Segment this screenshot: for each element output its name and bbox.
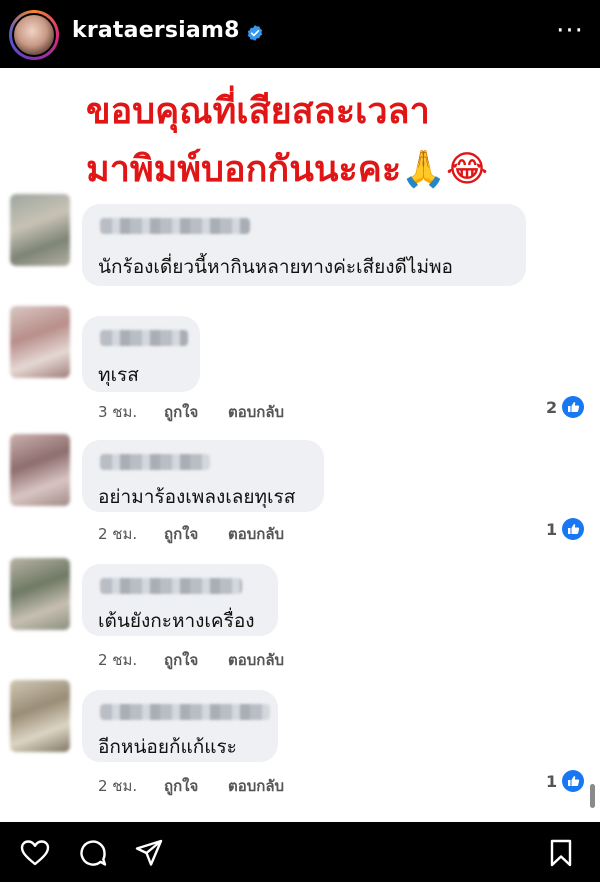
comment-text: นักร้องเดี่ยวนี้หากินหลายทางค่ะเสียงดีไม… — [98, 256, 453, 278]
comment-time: 3 ชม. — [98, 403, 138, 421]
bookmark-icon[interactable] — [546, 838, 576, 868]
like-count: 2 — [546, 398, 558, 417]
commenter-name — [100, 454, 210, 470]
headline-line-1: ขอบคุณที่เสียสละเวลา — [86, 91, 430, 132]
like-count: 1 — [546, 520, 558, 539]
thumbs-up-icon — [562, 518, 584, 540]
commenter-name — [100, 218, 250, 234]
commenter-avatar — [10, 558, 70, 630]
reply-button[interactable]: ตอบกลับ — [228, 648, 284, 672]
avatar-image — [12, 13, 56, 57]
comment-text: อย่ามาร้องเพลงเลยทุเรส — [98, 486, 296, 508]
share-icon[interactable] — [134, 838, 164, 868]
reply-button[interactable]: ตอบกลับ — [228, 774, 284, 798]
headline-line-2: มาพิมพ์บอกกันนะคะ🙏😂 — [86, 149, 489, 190]
commenter-avatar — [10, 680, 70, 752]
comment-text: ทุเรส — [98, 364, 139, 386]
profile-avatar[interactable] — [9, 10, 59, 60]
like-button[interactable]: ถูกใจ — [164, 648, 198, 672]
post-image: ขอบคุณที่เสียสละเวลา มาพิมพ์บอกกันนะคะ🙏😂… — [0, 68, 600, 822]
comment-icon[interactable] — [78, 838, 108, 868]
post-header: krataersiam8 ··· — [0, 0, 600, 68]
commenter-avatar — [10, 434, 70, 506]
commenter-avatar — [10, 306, 70, 378]
username-link[interactable]: krataersiam8 — [72, 18, 240, 43]
commenter-name — [100, 578, 242, 594]
comment-time: 2 ชม. — [98, 525, 138, 543]
like-button[interactable]: ถูกใจ — [164, 774, 198, 798]
post-actions-bar — [0, 822, 600, 882]
comment-time: 2 ชม. — [98, 651, 138, 669]
thumbs-up-icon — [562, 770, 584, 792]
thumbs-up-icon — [562, 396, 584, 418]
heart-icon[interactable] — [20, 838, 50, 868]
comment-time: 2 ชม. — [98, 777, 138, 795]
verified-badge-icon — [247, 25, 263, 41]
more-options-button[interactable]: ··· — [552, 18, 588, 48]
like-count: 1 — [546, 772, 558, 791]
commenter-name — [100, 704, 270, 720]
reply-button[interactable]: ตอบกลับ — [228, 522, 284, 546]
commenter-avatar — [10, 194, 70, 266]
like-button[interactable]: ถูกใจ — [164, 400, 198, 424]
commenter-name — [100, 330, 188, 346]
comment-text: อีกหน่อยก้แก้แระ — [98, 736, 237, 758]
like-button[interactable]: ถูกใจ — [164, 522, 198, 546]
comment-text: เต้นยังกะหางเครื่อง — [98, 610, 255, 632]
scrollbar[interactable] — [590, 784, 595, 808]
reply-button[interactable]: ตอบกลับ — [228, 400, 284, 424]
